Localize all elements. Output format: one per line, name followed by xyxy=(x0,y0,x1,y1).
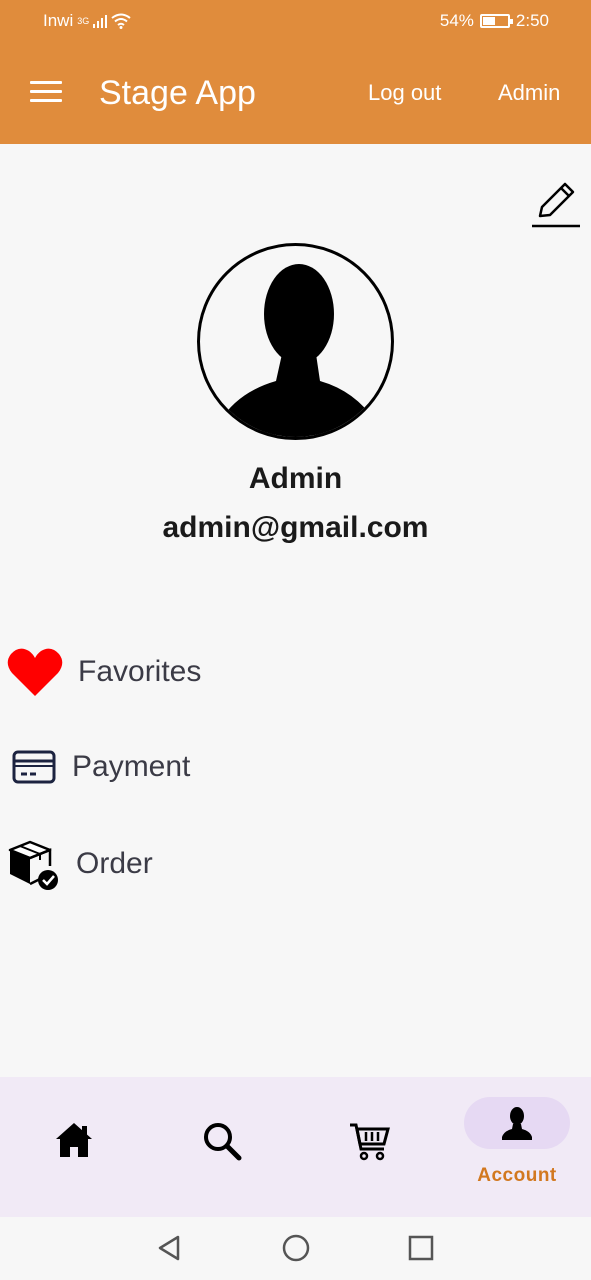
menu-item-order[interactable]: Order xyxy=(6,834,406,894)
profile-name: Admin xyxy=(248,462,343,495)
signal-icon xyxy=(93,14,108,28)
menu-item-label: Favorites xyxy=(78,655,202,688)
carrier-name: Inwi xyxy=(43,11,74,30)
app-title: Stage App xyxy=(99,74,256,112)
menu-item-label: Payment xyxy=(72,750,191,783)
wifi-icon xyxy=(111,13,131,29)
nav-search-button[interactable] xyxy=(198,1117,246,1165)
heart-icon xyxy=(7,648,63,696)
cart-icon xyxy=(350,1123,390,1161)
pencil-icon xyxy=(532,182,580,228)
profile-email: admin@gmail.com xyxy=(162,511,429,544)
menu-item-label: Order xyxy=(76,847,153,880)
nav-account-button[interactable]: Account xyxy=(464,1097,570,1195)
menu-item-favorites[interactable]: Favorites xyxy=(6,642,406,702)
clock: 2:50 xyxy=(515,11,549,30)
credit-card-icon xyxy=(12,750,56,784)
nav-cart-button[interactable] xyxy=(346,1117,394,1165)
battery-icon xyxy=(479,14,513,28)
status-bar: Inwi 3G 54% 2:50 xyxy=(0,0,591,42)
system-recents-button[interactable] xyxy=(406,1233,436,1263)
nav-account-label: Account xyxy=(477,1165,557,1186)
back-icon xyxy=(158,1235,180,1261)
account-indicator xyxy=(464,1097,570,1149)
system-home-button[interactable] xyxy=(281,1233,311,1263)
recents-icon xyxy=(408,1235,434,1261)
bottom-navigation: Account xyxy=(0,1077,591,1217)
package-check-icon xyxy=(8,840,58,890)
logout-button[interactable]: Log out xyxy=(368,80,441,106)
nav-home-button[interactable] xyxy=(50,1117,98,1165)
avatar[interactable] xyxy=(197,243,394,440)
menu-item-payment[interactable]: Payment xyxy=(6,737,406,797)
status-right: 54% 2:50 xyxy=(440,11,549,31)
person-silhouette-icon xyxy=(220,264,375,437)
edit-profile-button[interactable] xyxy=(530,178,582,230)
status-left: Inwi 3G xyxy=(43,11,131,31)
search-icon xyxy=(204,1123,242,1161)
battery-fill xyxy=(482,17,495,25)
app-bar: Stage App Log out Admin xyxy=(0,42,591,144)
person-icon xyxy=(502,1107,532,1140)
system-navigation-bar xyxy=(0,1217,591,1280)
network-type: 3G xyxy=(77,16,90,26)
home-circle-icon xyxy=(282,1234,310,1262)
battery-percent: 54% xyxy=(439,11,474,30)
home-icon xyxy=(56,1123,92,1157)
hamburger-menu-icon[interactable] xyxy=(30,81,62,103)
system-back-button[interactable] xyxy=(154,1233,184,1263)
admin-button[interactable]: Admin xyxy=(498,80,560,106)
